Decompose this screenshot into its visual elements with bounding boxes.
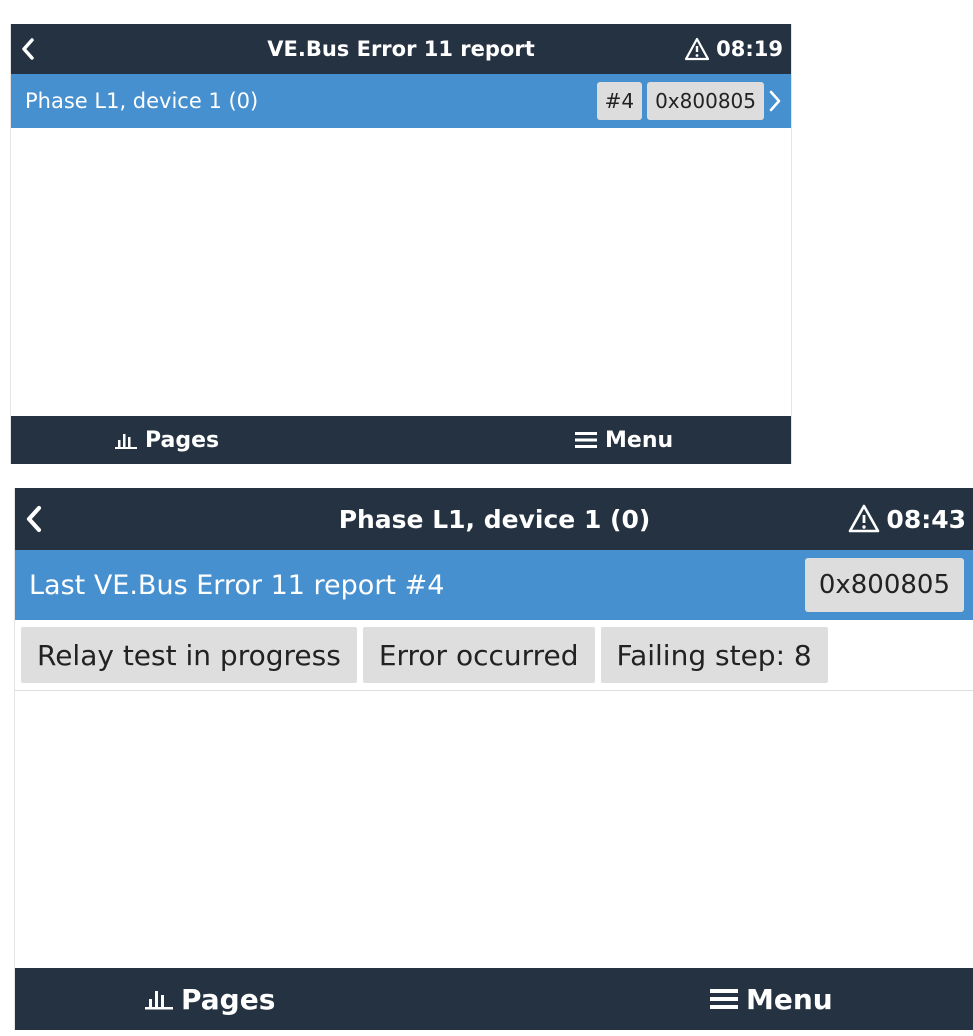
pages-label: Pages — [145, 427, 220, 453]
title-bar: Phase L1, device 1 (0) 08:43 — [15, 488, 973, 550]
menu-button[interactable]: Menu — [575, 416, 673, 464]
device-row-badges: #4 0x800805 — [596, 74, 781, 128]
flag-chip: Error occurred — [362, 627, 595, 683]
pages-label: Pages — [181, 982, 276, 1016]
device-row-label: Phase L1, device 1 (0) — [25, 89, 259, 113]
hamburger-icon — [710, 989, 738, 1009]
index-badge: #4 — [596, 82, 643, 120]
error-code-badge: 0x800805 — [804, 558, 964, 612]
title-bar: VE.Bus Error 11 report 08:19 — [11, 24, 791, 74]
menu-label: Menu — [746, 982, 833, 1016]
page-title: Phase L1, device 1 (0) — [338, 504, 651, 534]
bottom-bar: Pages Menu — [15, 968, 973, 1030]
error-report-screen: VE.Bus Error 11 report 08:19 Phase L1, d… — [10, 24, 792, 464]
pages-button[interactable]: Pages — [145, 968, 275, 1030]
menu-label: Menu — [605, 427, 674, 453]
chevron-right-icon — [769, 90, 781, 112]
report-row: Last VE.Bus Error 11 report #4 0x800805 — [15, 550, 973, 620]
device-row[interactable]: Phase L1, device 1 (0) #4 0x800805 — [11, 74, 791, 128]
pages-button[interactable]: Pages — [115, 416, 219, 464]
error-flags: Relay test in progress Error occurred Fa… — [15, 620, 973, 691]
clock: 08:43 — [886, 504, 966, 534]
warning-triangle-icon — [685, 37, 710, 61]
hamburger-icon — [575, 432, 597, 448]
error-detail-screen: Phase L1, device 1 (0) 08:43 Last VE.Bus… — [14, 488, 973, 1030]
flag-chip: Failing step: 8 — [600, 627, 828, 683]
bottom-bar: Pages Menu — [11, 416, 791, 464]
menu-button[interactable]: Menu — [710, 968, 833, 1030]
page-title: VE.Bus Error 11 report — [267, 37, 535, 61]
bar-chart-icon — [145, 991, 173, 1010]
report-row-label: Last VE.Bus Error 11 report #4 — [29, 569, 445, 601]
status-area: 08:43 — [848, 488, 966, 550]
clock: 08:19 — [716, 37, 783, 61]
bar-chart-icon — [115, 434, 137, 449]
report-row-badges: 0x800805 — [804, 550, 964, 620]
warning-triangle-icon — [849, 504, 880, 533]
status-area: 08:19 — [684, 24, 783, 74]
error-code-badge: 0x800805 — [647, 82, 764, 120]
flag-chip: Relay test in progress — [21, 627, 357, 683]
